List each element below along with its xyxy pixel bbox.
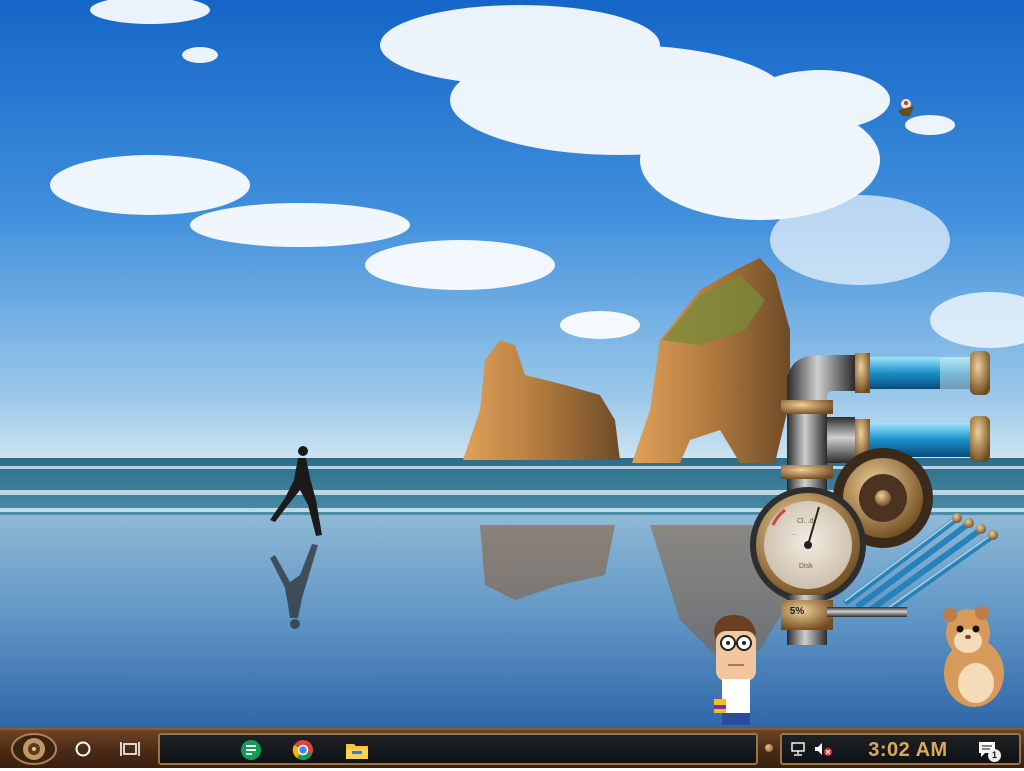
- task-view-button[interactable]: [113, 734, 147, 764]
- gauge-label-mid: ...: [791, 530, 797, 537]
- desktop-hamster-character[interactable]: [938, 603, 1008, 711]
- pinned-apps-area: [158, 733, 758, 765]
- folder-icon: [346, 744, 368, 759]
- notification-count-badge: 1: [988, 749, 1001, 762]
- taskbar: 3:02 AM 1: [0, 728, 1024, 768]
- steampunk-gear-icon: [11, 733, 57, 765]
- taskbar-rivet-decoration: [765, 744, 773, 752]
- file-explorer-taskbar-button[interactable]: [344, 738, 370, 762]
- gauge-percent-readout: 5%: [789, 606, 805, 617]
- gauge-label-top: Cl...d: [797, 518, 813, 525]
- cortana-search-button[interactable]: [66, 734, 100, 764]
- network-icon: [791, 742, 805, 756]
- chrome-icon: [292, 740, 313, 760]
- desktop-mascot-character[interactable]: [706, 613, 766, 728]
- gauge-label-bottom: Disk: [799, 563, 813, 570]
- network-tray-button[interactable]: [788, 739, 810, 759]
- system-tray: 3:02 AM 1: [780, 733, 1021, 765]
- circle-icon: [75, 741, 91, 757]
- task-view-icon: [120, 742, 140, 756]
- volume-tray-button[interactable]: [812, 739, 834, 759]
- taskbar-clock[interactable]: 3:02 AM: [848, 738, 968, 762]
- desktop-bird-icon: [892, 94, 920, 122]
- google-sheets-taskbar-button[interactable]: [238, 738, 264, 762]
- sheets-icon: [241, 740, 261, 760]
- volume-muted-icon: [815, 743, 832, 756]
- google-chrome-taskbar-button[interactable]: [290, 738, 316, 762]
- start-button[interactable]: [10, 732, 58, 766]
